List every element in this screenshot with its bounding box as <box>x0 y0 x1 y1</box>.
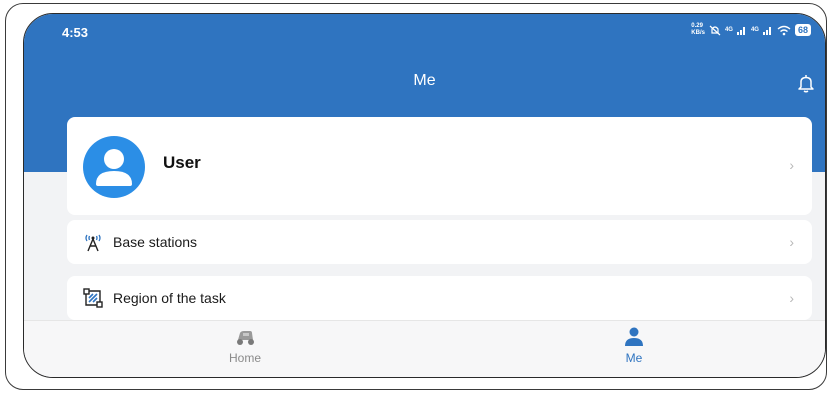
bell-icon[interactable] <box>797 73 815 93</box>
status-bar: 4:53 0.29 KB/s 4G 4G 68 <box>24 14 825 48</box>
mute-icon <box>709 25 721 35</box>
signal-1-icon <box>736 27 745 35</box>
menu-item-label: Base stations <box>113 234 198 250</box>
mower-icon <box>237 331 254 345</box>
user-name: User <box>163 153 201 172</box>
user-avatar-icon <box>83 136 145 198</box>
status-time: 4:53 <box>62 25 89 40</box>
wifi-icon <box>777 25 791 35</box>
menu-item-label: Region of the task <box>113 290 226 306</box>
signal-2-label: 4G <box>750 27 759 33</box>
menu-item-base-stations[interactable]: Base stations › <box>67 220 812 264</box>
tab-home[interactable]: Home <box>205 327 285 365</box>
tab-label: Home <box>228 351 261 365</box>
chevron-right-icon: › <box>789 290 794 306</box>
chevron-right-icon: › <box>789 157 794 173</box>
person-icon <box>625 327 643 346</box>
signal-1-label: 4G <box>724 27 733 33</box>
status-icons: 0.29 KB/s 4G 4G 68 <box>691 23 811 37</box>
antenna-icon <box>85 234 101 252</box>
tab-label: Me <box>625 351 643 365</box>
region-grid-icon <box>83 288 103 308</box>
chevron-right-icon: › <box>789 234 794 250</box>
menu-item-region-of-task[interactable]: Region of the task › <box>67 276 812 320</box>
user-profile-card[interactable]: User › <box>67 117 812 215</box>
network-speed: 0.29 KB/s <box>691 23 705 36</box>
app-screen: 4:53 0.29 KB/s 4G 4G 68 Me User › Base s… <box>23 13 826 378</box>
page-title: Me <box>413 72 436 89</box>
battery-indicator: 68 <box>794 24 811 36</box>
tab-me[interactable]: Me <box>594 327 674 365</box>
bottom-tab-bar: Home Me <box>24 320 825 377</box>
signal-2-icon <box>762 27 771 35</box>
